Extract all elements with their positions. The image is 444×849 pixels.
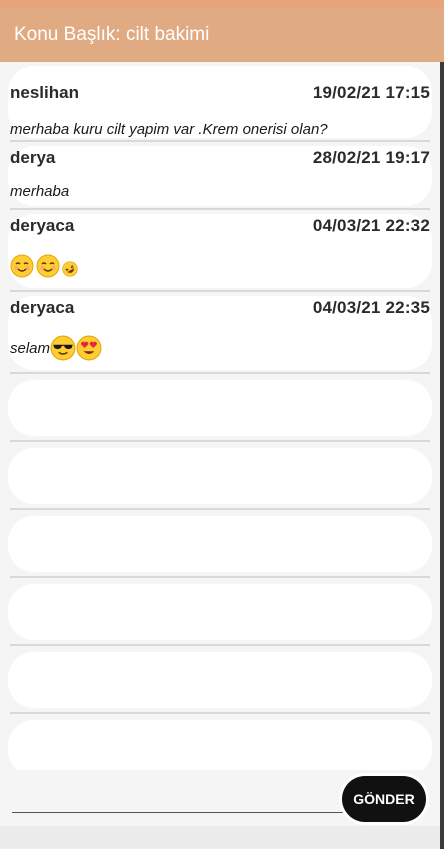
message-text: merhaba kuru cilt yapim var .Krem oneris… [10,120,328,138]
message-datetime: 04/03/21 22:35 [312,298,430,317]
empty-list-item [0,510,440,578]
message-username: deryaca [10,216,75,235]
message-username: neslihan [10,83,79,102]
message-content [0,242,440,290]
sunglasses-emoji-icon [50,335,76,361]
card-background [8,652,432,708]
message-composer: GÖNDER [0,770,440,826]
rofl-emoji-icon [62,261,78,277]
heart-eyes-emoji-icon [76,335,102,361]
empty-list-item [0,442,440,510]
message-datetime: 04/03/21 22:32 [312,216,430,235]
message-header: neslihan 19/02/21 17:15 [0,62,440,124]
list-item[interactable]: neslihan 19/02/21 17:15 merhaba kuru cil… [0,62,440,142]
message-header: deryaca 04/03/21 22:35 [0,292,440,324]
card-background [8,584,432,640]
window-edge [440,62,444,849]
card-background [8,720,432,770]
send-button[interactable]: GÖNDER [342,776,426,822]
smiling-blush-emoji-icon [10,254,34,278]
empty-list-item [0,714,440,770]
smiling-blush-emoji-icon [36,254,60,278]
page-title: Konu Başlık: cilt bakimi [14,24,210,45]
message-header: derya 28/02/21 19:17 [0,142,440,174]
message-username: derya [10,148,56,167]
message-text: merhaba [10,182,70,200]
message-content: selam [0,324,440,372]
message-datetime: 19/02/21 17:15 [312,83,430,102]
card-background [8,380,432,436]
bottom-bar [0,826,440,849]
list-item[interactable]: deryaca 04/03/21 22:32 [0,210,440,292]
message-input[interactable] [12,778,346,813]
list-item[interactable]: deryaca 04/03/21 22:35 selam [0,292,440,374]
message-text: selam [10,339,51,357]
empty-list-item [0,374,440,442]
card-background [8,516,432,572]
message-username: deryaca [10,298,75,317]
list-item[interactable]: derya 28/02/21 19:17 merhaba [0,142,440,210]
message-datetime: 28/02/21 19:17 [312,148,430,167]
empty-list-item [0,578,440,646]
emoji-row [10,254,78,278]
card-background [8,448,432,504]
status-strip [0,0,444,8]
message-header: deryaca 04/03/21 22:32 [0,210,440,242]
empty-list-item [0,646,440,714]
message-list[interactable]: neslihan 19/02/21 17:15 merhaba kuru cil… [0,62,440,770]
app-bar: Konu Başlık: cilt bakimi [0,8,444,62]
